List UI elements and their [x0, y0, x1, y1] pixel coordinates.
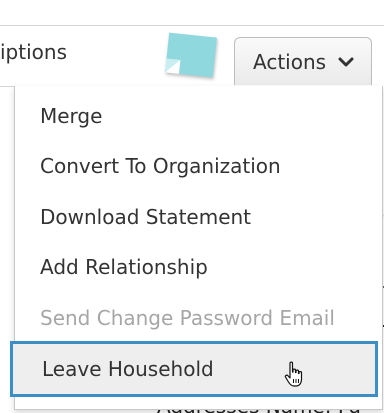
actions-button[interactable]: Actions: [234, 37, 372, 85]
divider: [0, 25, 384, 26]
menu-item-label: Merge: [40, 104, 103, 128]
sticky-note-icon[interactable]: [165, 32, 217, 78]
menu-item-add-relationship[interactable]: Add Relationship: [15, 242, 382, 292]
tab-subscriptions[interactable]: iptions: [0, 40, 67, 64]
chevron-down-icon: [338, 56, 354, 68]
menu-item-merge[interactable]: Merge: [15, 91, 382, 141]
actions-dropdown-menu: Merge Convert To Organization Download S…: [10, 86, 383, 410]
menu-item-download-statement[interactable]: Download Statement: [15, 192, 382, 242]
hand-pointer-icon: [283, 361, 307, 389]
menu-item-leave-household[interactable]: Leave Household: [10, 341, 378, 397]
menu-item-label: Add Relationship: [40, 255, 208, 279]
menu-item-label: Convert To Organization: [40, 154, 281, 178]
app-root: iptions Actions o n or Addresses Name: F…: [0, 0, 384, 413]
menu-item-label: Download Statement: [40, 205, 252, 229]
menu-item-convert-to-organization[interactable]: Convert To Organization: [15, 141, 382, 191]
actions-button-label: Actions: [253, 49, 327, 74]
menu-item-label: Send Change Password Email: [40, 306, 335, 330]
menu-item-send-change-password-email: Send Change Password Email: [15, 293, 382, 343]
menu-item-label: Leave Household: [42, 357, 214, 381]
